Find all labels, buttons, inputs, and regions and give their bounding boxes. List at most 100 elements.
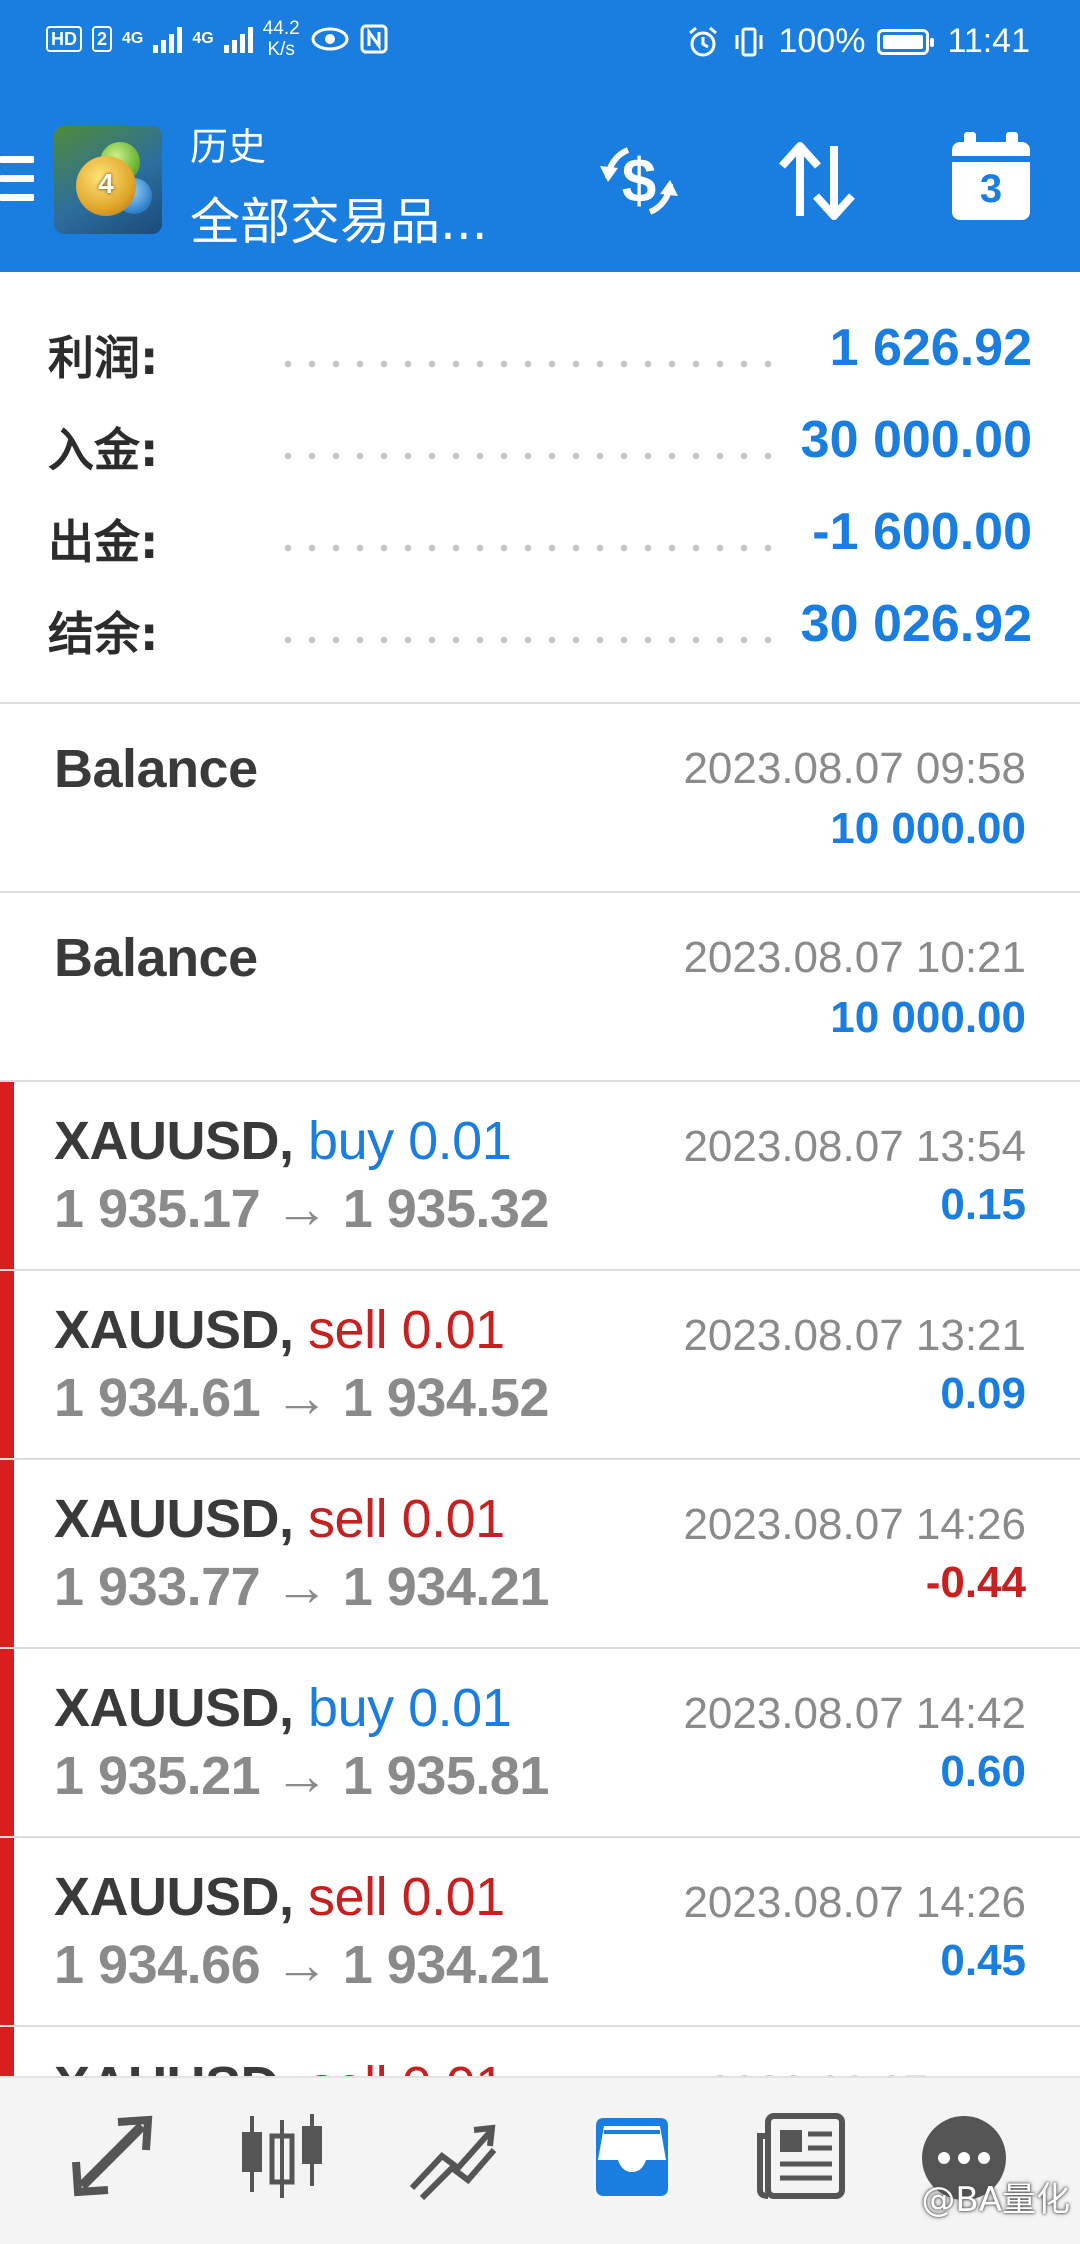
- svg-text:$: $: [622, 147, 656, 216]
- list-item-trade[interactable]: XAUUSD, sell 0.01 2023.08.07 15:1: [0, 2027, 1080, 2076]
- deal-prices: 1 935.21 → 1 935.81: [54, 1745, 549, 1807]
- clock: 11:41: [947, 22, 1030, 60]
- summary-label: 结余:: [48, 607, 159, 661]
- open-price: 1 935.21: [54, 1746, 261, 1806]
- status-right: 100% 11:41: [686, 22, 1030, 61]
- list-item-trade[interactable]: XAUUSD, sell 0.01 1 933.77 → 1 934.21 20…: [0, 1460, 1080, 1649]
- deal-side: sell: [308, 2056, 388, 2076]
- deal-volume: 0.01: [402, 2056, 506, 2076]
- deals-list[interactable]: Balance 2023.08.07 09:58 10 000.00 Balan…: [0, 704, 1080, 2076]
- deal-side: buy: [308, 1111, 394, 1171]
- summary-value: -1 600.00: [812, 503, 1032, 561]
- history-icon[interactable]: [582, 2106, 682, 2206]
- list-item-trade[interactable]: XAUUSD, sell 0.01 1 934.61 → 1 934.52 20…: [0, 1271, 1080, 1460]
- deal-time: 2023.08.07 13:21: [683, 1311, 1026, 1360]
- list-item-trade[interactable]: XAUUSD, buy 0.01 1 935.17 → 1 935.32 202…: [0, 1082, 1080, 1271]
- network-type-2: 4G: [192, 30, 214, 47]
- open-price: 1 934.66: [54, 1935, 261, 1995]
- list-item-trade[interactable]: XAUUSD, sell 0.01 1 934.66 → 1 934.21 20…: [0, 1838, 1080, 2027]
- close-price: 1 934.52: [342, 1368, 550, 1428]
- deal-title: XAUUSD, buy 0.01: [54, 1110, 512, 1172]
- deal-volume: 0.01: [408, 1111, 512, 1171]
- vibrate-icon: [735, 27, 763, 56]
- summary-value: 30 026.92: [800, 595, 1032, 653]
- open-price: 1 933.77: [54, 1557, 261, 1617]
- watermark-text: @BA量化: [921, 2180, 1070, 2220]
- deal-symbol: XAUUSD,: [54, 1300, 294, 1360]
- trade-icon[interactable]: [402, 2106, 502, 2206]
- close-price: 1 934.21: [342, 1557, 550, 1617]
- deal-side: sell: [308, 1489, 388, 1549]
- calendar-day: 3: [979, 167, 1003, 211]
- network-speed: 44.2 K/s: [263, 18, 300, 60]
- sim-badge: 2: [92, 26, 113, 52]
- battery-icon: [877, 28, 935, 55]
- deal-time: 2023.08.07 14:42: [683, 1689, 1026, 1738]
- chart-icon[interactable]: [232, 2106, 332, 2206]
- app-bar: 4 历史 全部交易品... $ 3: [0, 86, 1080, 272]
- arrow-icon: →: [274, 1179, 329, 1239]
- signal-icon-1: [153, 25, 183, 53]
- quotes-icon[interactable]: [62, 2106, 162, 2206]
- deal-profit: 0.15: [940, 1180, 1026, 1229]
- calendar-icon[interactable]: 3: [952, 132, 1030, 220]
- deal-symbol: XAUUSD,: [54, 1867, 294, 1927]
- battery-percent: 100%: [778, 22, 866, 60]
- deal-side: sell: [308, 1300, 388, 1360]
- speed-value: 44.2: [262, 18, 300, 39]
- deal-time: 2023.08.07 09:58: [683, 744, 1026, 793]
- mt4-logo[interactable]: 4: [54, 126, 162, 234]
- deal-title: XAUUSD, sell 0.01: [54, 2055, 505, 2076]
- alarm-icon: [689, 26, 718, 56]
- deal-symbol: XAUUSD,: [54, 2056, 294, 2076]
- open-price: 1 935.17: [54, 1179, 261, 1239]
- dot-leader: [276, 360, 776, 368]
- deal-time: 2023.08.07 15:1: [708, 2067, 1026, 2076]
- deal-prices: 1 934.66 → 1 934.21: [54, 1934, 549, 1996]
- deal-profit: 0.45: [940, 1936, 1026, 1985]
- logo-number: 4: [98, 168, 114, 199]
- summary-row-balance: 结余: 30 026.92: [0, 578, 1080, 670]
- deal-title: Balance: [54, 739, 258, 799]
- deal-volume: 0.01: [401, 1867, 506, 1927]
- deal-time: 2023.08.07 13:54: [683, 1122, 1026, 1171]
- sort-icon[interactable]: [772, 136, 862, 226]
- summary-panel: 利润: 1 626.92 入金: 30 000.00 出金: -1 600.00…: [0, 272, 1080, 704]
- status-bar: HD 2 4G 4G 44.2 K/s 100% 11:41: [0, 0, 1080, 86]
- dot-leader: [276, 544, 776, 552]
- close-price: 1 934.21: [342, 1935, 550, 1995]
- deal-volume: 0.01: [408, 1678, 512, 1738]
- menu-icon[interactable]: [0, 156, 34, 208]
- deal-volume: 0.01: [401, 1489, 506, 1549]
- deal-volume: 0.01: [401, 1300, 506, 1360]
- symbol-filter-title[interactable]: 全部交易品...: [190, 182, 488, 254]
- deal-title: XAUUSD, sell 0.01: [54, 1488, 505, 1550]
- arrow-icon: →: [274, 1368, 329, 1428]
- summary-label: 利润:: [48, 331, 159, 385]
- eye-icon: [311, 27, 349, 51]
- dollar-exchange-icon[interactable]: $: [594, 136, 684, 226]
- deal-amount: 10 000.00: [830, 804, 1026, 853]
- deal-side: sell: [308, 1867, 388, 1927]
- summary-row-profit: 利润: 1 626.92: [0, 302, 1080, 394]
- news-icon[interactable]: [752, 2106, 852, 2206]
- deal-symbol: XAUUSD,: [54, 1111, 294, 1171]
- open-price: 1 934.61: [54, 1368, 261, 1428]
- network-type-1: 4G: [122, 30, 144, 47]
- deal-title: XAUUSD, buy 0.01: [54, 1677, 512, 1739]
- page-subtitle: 历史: [190, 125, 267, 169]
- summary-label: 出金:: [48, 515, 159, 569]
- list-item-balance[interactable]: Balance 2023.08.07 09:58 10 000.00: [0, 704, 1080, 893]
- arrow-icon: →: [274, 1935, 329, 1995]
- signal-icon-2: [223, 25, 253, 53]
- close-price: 1 935.81: [342, 1746, 550, 1806]
- deal-side: buy: [308, 1678, 394, 1738]
- summary-value: 30 000.00: [800, 411, 1032, 469]
- bottom-nav: @BA量化: [0, 2076, 1080, 2244]
- deal-time: 2023.08.07 14:26: [683, 1878, 1026, 1927]
- deal-prices: 1 934.61 → 1 934.52: [54, 1367, 549, 1429]
- status-left: HD 2 4G 4G 44.2 K/s: [46, 18, 388, 60]
- list-item-balance[interactable]: Balance 2023.08.07 10:21 10 000.00: [0, 893, 1080, 1082]
- deal-symbol: XAUUSD,: [54, 1678, 294, 1738]
- list-item-trade[interactable]: XAUUSD, buy 0.01 1 935.21 → 1 935.81 202…: [0, 1649, 1080, 1838]
